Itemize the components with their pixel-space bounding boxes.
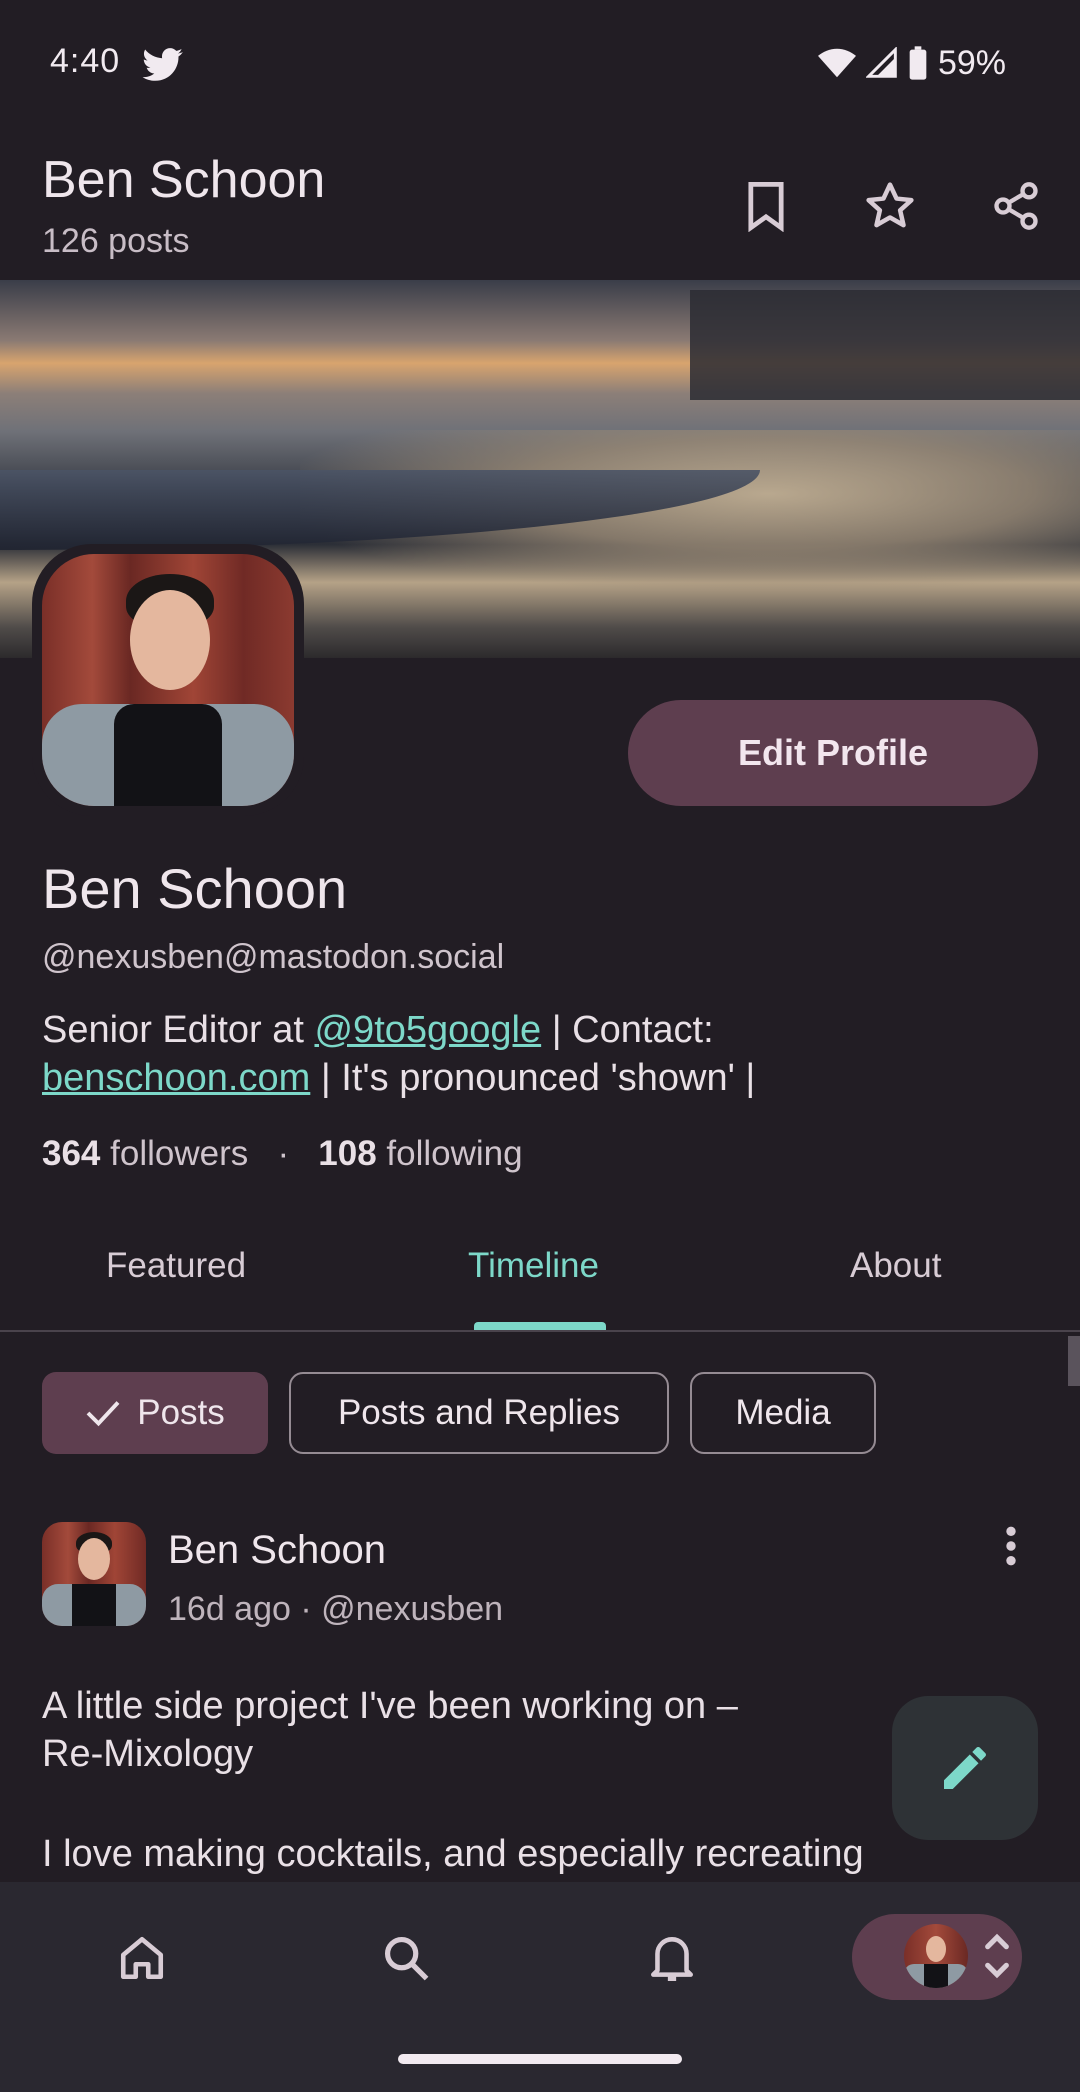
wifi-icon [817,48,856,78]
battery-percent: 59% [937,43,1006,82]
filter-chip-posts-and-replies[interactable]: Posts and Replies [289,1372,669,1454]
battery-icon [909,46,927,80]
edit-profile-button[interactable]: Edit Profile [628,700,1038,806]
bookmark-icon[interactable] [734,174,798,238]
followers-count: 364 [42,1134,101,1173]
filter-chip-label: Posts [137,1393,225,1432]
followers-link[interactable]: 364 followers [42,1134,248,1173]
bio-text: Senior Editor at [42,1009,315,1051]
filter-chip-media[interactable]: Media [690,1372,876,1454]
gesture-home-indicator[interactable] [398,2054,682,2064]
avatar[interactable] [42,554,294,806]
post-author-name[interactable]: Ben Schoon [168,1528,386,1573]
more-options-icon[interactable] [996,1524,1026,1568]
tab-timeline[interactable]: Timeline [468,1246,599,1286]
account-avatar[interactable] [904,1924,968,1988]
status-indicators: 59% [817,42,1006,84]
bell-icon[interactable] [640,1926,704,1990]
tab-about[interactable]: About [850,1246,941,1286]
tab-active-indicator [474,1322,606,1330]
profile-handle: @nexusben@mastodon.social [42,938,505,976]
follow-stats: 364 followers · 108 following [42,1134,523,1174]
scrollbar[interactable] [1068,1336,1080,1386]
bio-link-website[interactable]: benschoon.com [42,1057,310,1099]
followers-label: followers [110,1134,249,1173]
check-icon [86,1401,120,1427]
status-time: 4:40 [50,42,121,80]
bio-text: | Contact: [541,1009,714,1051]
profile-bio: Senior Editor at @9to5google | Contact: b… [42,1006,1042,1102]
filter-chip-posts[interactable]: Posts [42,1372,268,1454]
post-text-line: Re-Mixology [42,1733,254,1775]
twitter-notification-icon [142,48,184,82]
post-author-avatar[interactable] [42,1522,146,1626]
pencil-icon [944,1746,986,1789]
home-icon[interactable] [110,1926,174,1990]
post-content-continued[interactable]: I love making cocktails, and especially … [42,1830,1042,1878]
bio-text: | It's pronounced 'shown' | [310,1057,756,1099]
bio-link-9to5google[interactable]: @9to5google [314,1009,541,1051]
stats-separator: · [277,1134,290,1173]
header-title: Ben Schoon [42,151,326,209]
post-text-line: A little side project I've been working … [42,1685,738,1727]
post-content[interactable]: A little side project I've been working … [42,1682,922,1778]
cell-signal-icon [865,47,897,78]
following-link[interactable]: 108 following [318,1134,522,1173]
following-label: following [386,1134,523,1173]
header-post-count: 126 posts [42,222,190,260]
profile-display-name: Ben Schoon [42,857,348,920]
post-meta: 16d ago · @nexusben [168,1590,504,1628]
share-icon[interactable] [984,174,1048,238]
compose-button[interactable] [892,1696,1038,1840]
search-icon[interactable] [374,1926,438,1990]
star-icon[interactable] [858,174,922,238]
chevron-up-down-icon[interactable] [982,1928,1012,1984]
following-count: 108 [318,1134,377,1173]
tab-divider [0,1330,1080,1332]
tab-featured[interactable]: Featured [106,1246,246,1286]
banner-buildings [690,290,1080,400]
